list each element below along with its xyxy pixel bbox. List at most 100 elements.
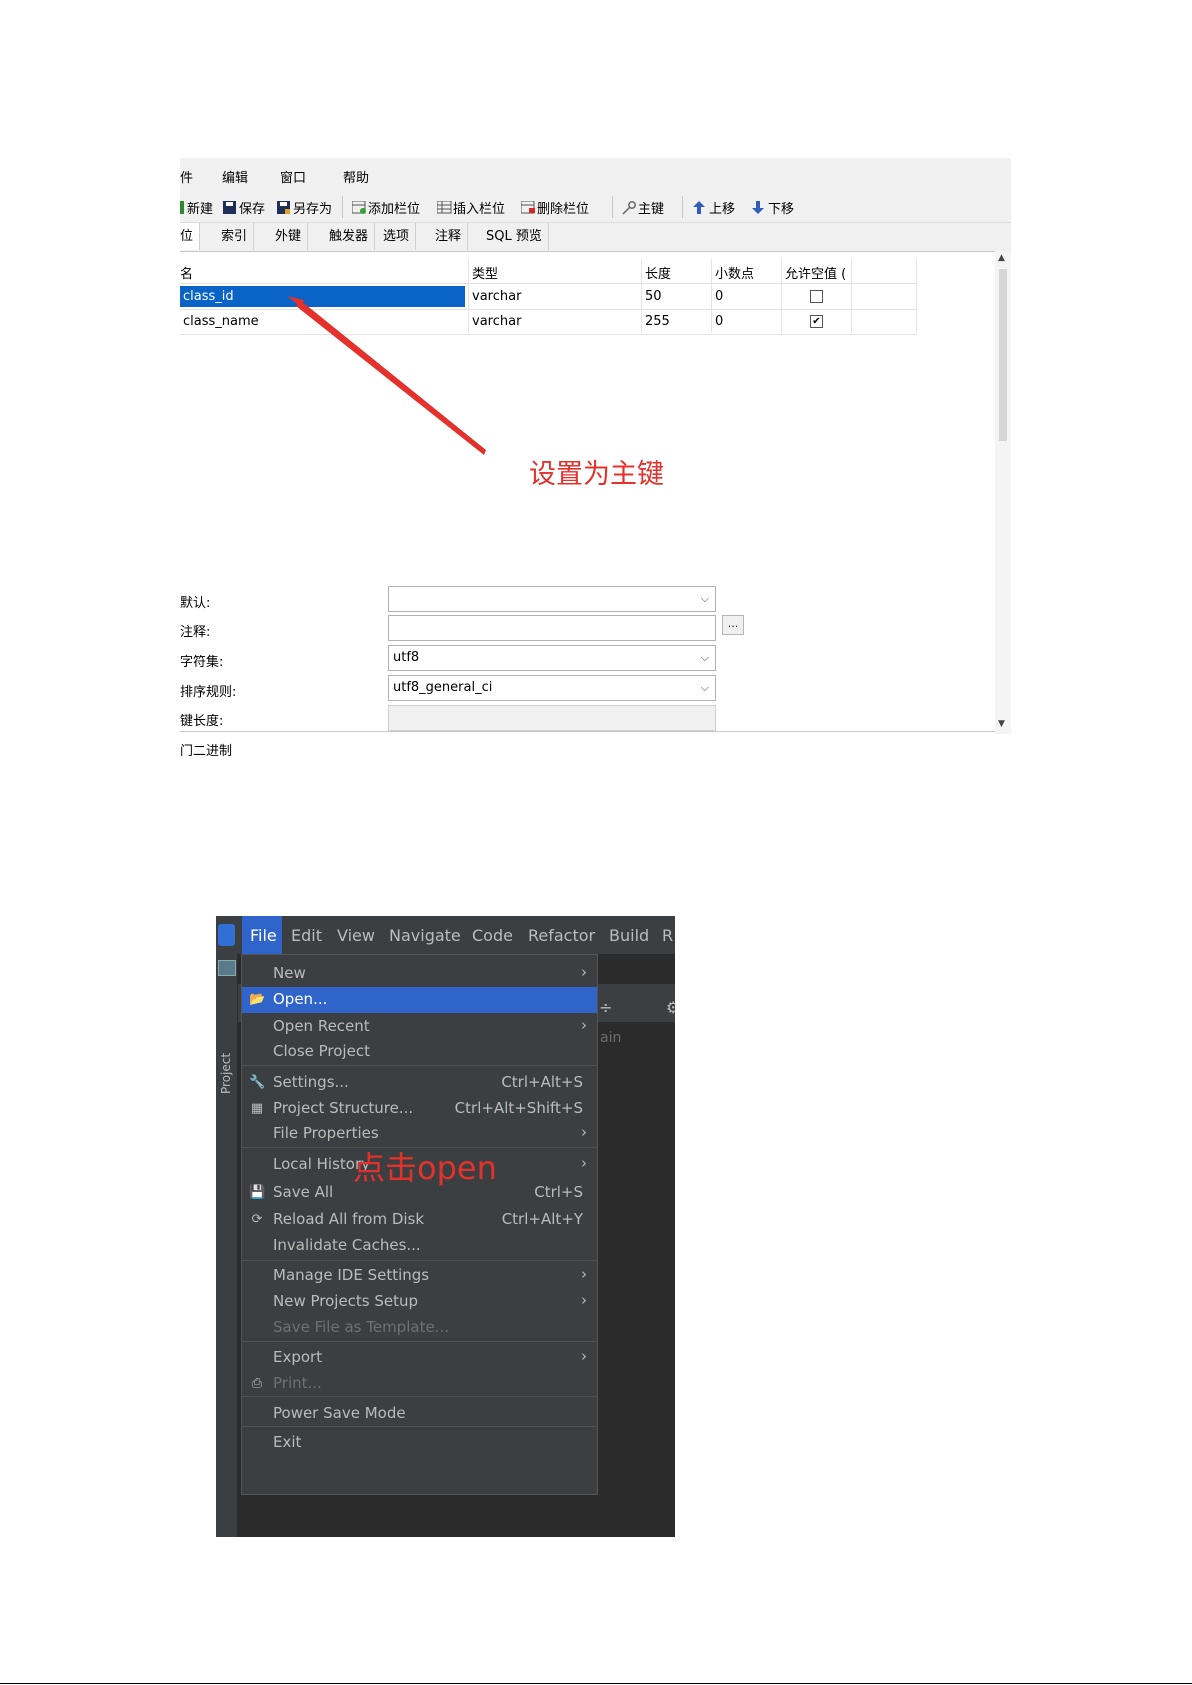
collation-select[interactable]: utf8_general_ci ⌵	[388, 675, 716, 701]
tool-window-strip: Project	[216, 954, 238, 1537]
tab-indexes[interactable]: 索引	[215, 223, 255, 250]
annotation-set-primary-key: 设置为主键	[529, 459, 664, 490]
menu-item-label: Open...	[273, 990, 328, 1008]
field-length-cell[interactable]: 50	[645, 289, 662, 304]
menu-refactor[interactable]: Refactor	[528, 926, 595, 945]
menu-file[interactable]: File	[250, 926, 277, 945]
menu-item-invalidate-caches[interactable]: Invalidate Caches...	[242, 1233, 597, 1259]
menu-build[interactable]: Build	[609, 926, 649, 945]
menu-item-settings[interactable]: 🔧 Settings... Ctrl+Alt+S	[242, 1070, 597, 1096]
menu-item-project-structure[interactable]: ▦ Project Structure... Ctrl+Alt+Shift+S	[242, 1096, 597, 1122]
menu-item-export[interactable]: Export ›	[242, 1345, 597, 1371]
save-as-button[interactable]: 另存为	[277, 198, 332, 217]
menu-separator	[242, 1260, 597, 1261]
col-length-header: 长度	[645, 267, 672, 282]
menu-edit[interactable]: 编辑	[222, 167, 248, 186]
chevron-right-icon: ›	[581, 963, 587, 981]
folder-open-icon: 📂	[249, 992, 266, 1007]
menu-item-power-save-mode[interactable]: Power Save Mode	[242, 1401, 597, 1427]
chevron-down-icon: ⌵	[700, 592, 709, 605]
menu-code[interactable]: Code	[472, 926, 513, 945]
default-label: 默认:	[180, 596, 211, 611]
binary-label: 门二进制	[180, 744, 233, 759]
insert-field-button[interactable]: 插入栏位	[436, 198, 505, 217]
tab-triggers[interactable]: 触发器	[323, 223, 376, 250]
menu-help[interactable]: 帮助	[343, 167, 369, 186]
field-decimals-cell[interactable]: 0	[715, 289, 723, 304]
comment-ellipsis-button[interactable]: ...	[722, 615, 744, 635]
menu-item-label: New	[273, 964, 306, 982]
tab-fields[interactable]: 位	[180, 223, 201, 250]
tab-comment[interactable]: 注释	[429, 223, 469, 250]
scroll-down-icon[interactable]: ▼	[998, 719, 1005, 729]
vertical-scrollbar[interactable]: ▲ ▼	[995, 251, 1011, 734]
delete-field-icon	[520, 200, 535, 214]
charset-select[interactable]: utf8 ⌵	[388, 645, 716, 671]
wrench-icon: 🔧	[249, 1075, 266, 1090]
project-tool-icon[interactable]	[218, 960, 236, 976]
menu-item-new-projects-setup[interactable]: New Projects Setup ›	[242, 1289, 597, 1315]
menu-item-manage-ide-settings[interactable]: Manage IDE Settings ›	[242, 1263, 597, 1289]
col-allow-null-header: 允许空值 (	[785, 267, 847, 282]
allow-null-checkbox[interactable]	[810, 290, 823, 303]
table-row[interactable]: class_id varchar 50 0	[180, 284, 917, 310]
key-length-input	[388, 705, 716, 731]
field-name-cell[interactable]: class_id	[183, 289, 234, 304]
menu-item-exit[interactable]: Exit	[242, 1430, 597, 1456]
menu-item-reload-all-from-disk[interactable]: ⟳ Reload All from Disk Ctrl+Alt+Y	[242, 1207, 597, 1233]
allow-null-checkbox[interactable]: ✔	[810, 315, 823, 328]
charset-label: 字符集:	[180, 655, 224, 670]
menu-navigate[interactable]: Navigate	[389, 926, 461, 945]
menu-window[interactable]: 窗口	[280, 167, 306, 186]
move-up-button[interactable]: 上移	[693, 198, 735, 217]
designer-tabs: 位 索引 外键 触发器 选项 注释 SQL 预览	[180, 223, 1011, 252]
tab-options[interactable]: 选项	[377, 223, 417, 250]
menu-item-label: Settings...	[273, 1073, 349, 1091]
chevron-right-icon: ›	[581, 1016, 587, 1034]
menu-item-label: Project Structure...	[273, 1099, 414, 1117]
collapse-icon[interactable]: ÷	[599, 998, 612, 1017]
field-type-cell[interactable]: varchar	[472, 314, 521, 329]
field-decimals-cell[interactable]: 0	[715, 314, 723, 329]
intellij-file-menu-screenshot: File Edit View Navigate Code Refactor Bu…	[216, 916, 675, 1537]
menu-view[interactable]: View	[337, 926, 375, 945]
comment-input[interactable]	[388, 615, 716, 641]
save-button[interactable]: 保存	[223, 198, 265, 217]
add-field-button[interactable]: 添加栏位	[351, 198, 420, 217]
menu-item-open-recent[interactable]: Open Recent ›	[242, 1014, 597, 1040]
delete-field-button[interactable]: 删除栏位	[520, 198, 589, 217]
table-row[interactable]: class_name varchar 255 0 ✔	[180, 309, 917, 335]
new-button[interactable]: 新建	[180, 198, 213, 217]
scroll-up-icon[interactable]: ▲	[998, 253, 1005, 263]
grid-header: 名 类型 长度 小数点 允许空值 (	[180, 259, 917, 284]
scroll-thumb[interactable]	[999, 269, 1007, 441]
menu-edit[interactable]: Edit	[291, 926, 322, 945]
field-name-cell[interactable]: class_name	[183, 314, 259, 329]
field-length-cell[interactable]: 255	[645, 314, 670, 329]
arrow-up-icon	[693, 201, 706, 214]
primary-key-button[interactable]: 主键	[622, 198, 664, 217]
file-menu-dropdown: New › 📂 Open... Open Recent › Close Project 🔧 Se…	[241, 954, 598, 1495]
chevron-right-icon: ›	[581, 1265, 587, 1283]
intellij-logo-icon	[218, 924, 235, 946]
panel-divider	[180, 731, 995, 732]
menu-item-label: Print...	[273, 1374, 322, 1392]
menu-file[interactable]: 件	[180, 167, 193, 186]
default-select[interactable]: ⌵	[388, 586, 716, 612]
menu-item-label: Save All	[273, 1183, 334, 1201]
menu-item-new[interactable]: New ›	[242, 961, 597, 987]
menu-run[interactable]: R	[662, 926, 673, 945]
field-type-cell[interactable]: varchar	[472, 289, 521, 304]
menu-bar: 件 编辑 窗口 帮助	[180, 158, 1011, 190]
project-tool-label[interactable]: Project	[219, 1053, 233, 1094]
menu-item-close-project[interactable]: Close Project	[242, 1039, 597, 1065]
tab-sql-preview[interactable]: SQL 预览	[480, 223, 549, 250]
gear-icon[interactable]: ⚙	[666, 998, 675, 1017]
menu-item-label: Exit	[273, 1433, 302, 1451]
menu-item-open[interactable]: 📂 Open...	[242, 987, 597, 1013]
move-down-button[interactable]: 下移	[752, 198, 794, 217]
tab-foreign-keys[interactable]: 外键	[269, 223, 309, 250]
menu-item-save-file-as-template: Save File as Template...	[242, 1315, 597, 1341]
menu-item-shortcut: Ctrl+Alt+S	[501, 1073, 583, 1091]
menu-item-shortcut: Ctrl+Alt+Y	[501, 1210, 583, 1228]
